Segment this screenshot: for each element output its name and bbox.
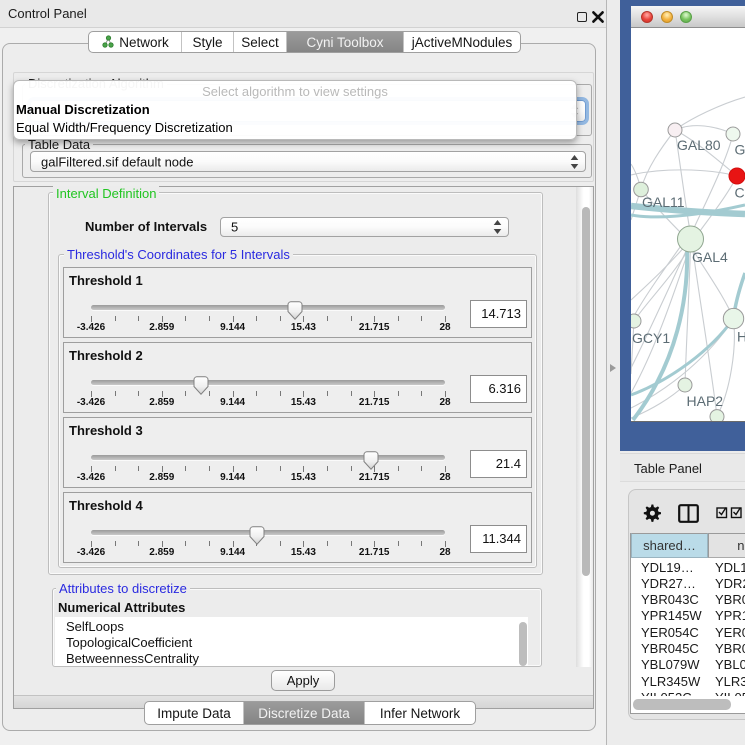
svg-text:HAP2: HAP2 [687, 393, 724, 409]
svg-text:GAL3: GAL3 [735, 142, 745, 158]
svg-text:GAL80: GAL80 [677, 137, 721, 153]
svg-text:GAL11: GAL11 [642, 194, 685, 210]
svg-text:GCY1: GCY1 [632, 330, 670, 346]
svg-text:GAL4: GAL4 [692, 249, 728, 265]
svg-text:HIS: HIS [737, 329, 745, 345]
svg-text:C: C [735, 185, 745, 201]
